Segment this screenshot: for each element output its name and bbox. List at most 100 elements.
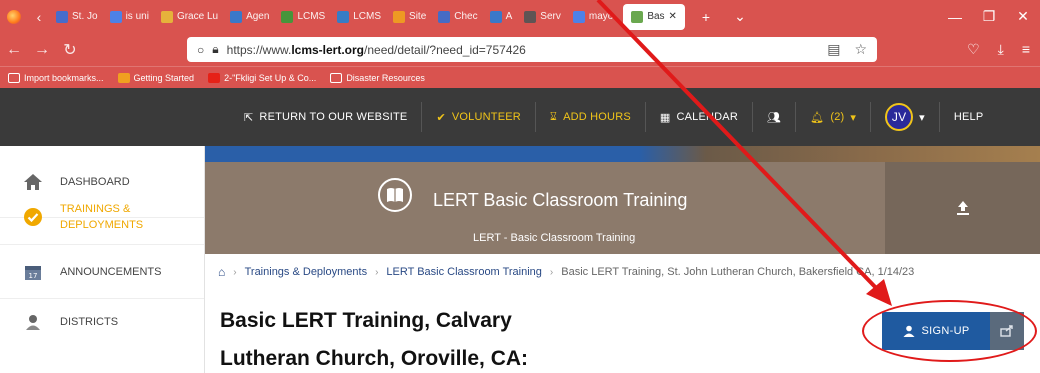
alerts-count: (2) — [830, 111, 845, 123]
browser-tab[interactable]: St. Jo — [50, 0, 104, 33]
banner-subtitle: LERT - Basic Classroom Training — [473, 232, 636, 244]
active-tab-favicon-icon — [631, 10, 644, 23]
bookmark-item[interactable]: Getting Started — [117, 72, 194, 83]
calendar-link[interactable]: ▦ CALENDAR — [646, 111, 752, 124]
screenshot-root: ‹ St. Jo is uni Grace Lu Agen LCMS LCMS Site Ch… — [0, 0, 1040, 373]
sidebar: DASHBOARD TRAININGS & DEPLOYMENTS 17 ANNO… — [0, 146, 205, 373]
check-circle-icon — [22, 206, 44, 228]
browser-tab[interactable]: Serv — [518, 0, 567, 33]
chevron-right-icon: › — [549, 266, 554, 278]
calendar-icon: ▦ — [659, 111, 671, 124]
browser-tab[interactable]: Chec — [432, 0, 483, 33]
alerts-dropdown[interactable]: 🔔︎ (2) ▾ — [796, 111, 870, 124]
bookmark-item[interactable]: 2-"Fkligi Set Up & Co... — [208, 72, 316, 83]
reader-view-icon[interactable]: ▤ — [827, 41, 840, 58]
tab-favicon-icon — [160, 10, 173, 23]
tab-favicon-icon — [572, 10, 585, 23]
tab-favicon-icon — [393, 10, 406, 23]
home-icon — [22, 171, 44, 193]
tab-label: Agen — [246, 11, 270, 22]
reload-icon[interactable]: ↻ — [56, 40, 84, 60]
sidebar-item-districts[interactable]: DISTRICTS — [0, 299, 204, 345]
breadcrumb: ⌂ › Trainings & Deployments › LERT Basic… — [218, 262, 1040, 282]
bookmarks-toolbar: Import bookmarks... Getting Started 2-"Fkl… — [0, 66, 1040, 88]
downloads-icon[interactable]: ⤓ — [998, 41, 1004, 58]
tab-label: mayo — [588, 11, 614, 22]
return-to-website-link[interactable]: ⇱ RETURN TO OUR WEBSITE — [230, 111, 421, 124]
restore-icon[interactable]: ❐ — [972, 8, 1006, 25]
breadcrumb-current: Basic LERT Training, St. John Lutheran C… — [561, 266, 915, 278]
groups-link[interactable]: 👥︎ — [753, 111, 795, 124]
page-title-line-1: Basic LERT Training, Calvary — [220, 309, 512, 332]
breadcrumb-link[interactable]: Trainings & Deployments — [245, 266, 367, 278]
url-bar[interactable]: ○ 🔒︎ https://www.lcms-lert.org/need/deta… — [187, 37, 877, 62]
active-tab-label: Bas — [647, 11, 665, 22]
banner-title: LERT Basic Classroom Training — [433, 190, 688, 210]
bookmark-star-icon[interactable]: ☆ — [854, 41, 867, 58]
tab-favicon-icon — [438, 10, 451, 23]
lock-icon[interactable]: 🔒︎ — [212, 42, 218, 57]
bookmark-item[interactable]: Disaster Resources — [330, 72, 425, 83]
browser-tab[interactable]: LCMS — [331, 0, 387, 33]
hourglass-icon: ⌛︎ — [549, 110, 558, 123]
tab-label: LCMS — [297, 11, 326, 22]
tab-favicon-icon — [489, 10, 502, 23]
tab-list-chevron-icon[interactable]: ⌄ — [723, 8, 757, 25]
bookmark-icon — [208, 72, 221, 83]
tab-label: Chec — [454, 11, 478, 22]
tab-favicon-icon — [281, 10, 294, 23]
new-tab-button[interactable]: + — [689, 9, 723, 25]
chevron-right-icon: › — [233, 266, 237, 278]
caret-down-icon: ▾ — [850, 111, 857, 124]
firefox-logo-icon[interactable] — [0, 0, 28, 33]
tab-favicon-icon — [524, 10, 537, 23]
check-circle-icon: ✔ — [436, 111, 446, 124]
add-hours-link[interactable]: ⌛︎ ADD HOURS — [536, 111, 645, 124]
tab-favicon-icon — [230, 10, 243, 23]
users-icon: 👥︎ — [767, 111, 782, 124]
browser-tab[interactable]: mayo — [567, 0, 619, 33]
pocket-icon[interactable]: ♡ — [967, 41, 980, 58]
browser-tab[interactable]: LCMS — [275, 0, 331, 33]
browser-tab[interactable]: Agen — [224, 0, 275, 33]
volunteer-link[interactable]: ✔ VOLUNTEER — [422, 111, 534, 124]
url-text[interactable]: https://www.lcms-lert.org/need/detail/?n… — [227, 43, 526, 57]
breadcrumb-link[interactable]: LERT Basic Classroom Training — [386, 266, 542, 278]
menu-icon[interactable]: ≡ — [1022, 41, 1030, 58]
browser-tab[interactable]: is uni — [104, 0, 155, 33]
minimize-icon[interactable]: — — [938, 9, 972, 25]
close-window-icon[interactable]: ✕ — [1006, 8, 1040, 25]
browser-tab[interactable]: Site — [387, 0, 432, 33]
shield-icon[interactable]: ○ — [197, 43, 204, 57]
training-banner: LERT Basic Classroom Training LERT - Bas… — [205, 162, 885, 254]
sidebar-item-trainings[interactable]: TRAININGS & DEPLOYMENTS — [0, 190, 204, 245]
browser-tab[interactable]: Grace Lu — [155, 0, 224, 33]
browser-tab[interactable]: A — [484, 0, 519, 33]
tab-label: St. Jo — [72, 11, 98, 22]
annotation-ellipse — [862, 300, 1037, 362]
back-icon[interactable]: ← — [0, 41, 28, 59]
chevron-right-icon: › — [375, 266, 379, 278]
bookmark-icon — [117, 72, 130, 83]
tab-scroll-left-icon[interactable]: ‹ — [28, 9, 50, 25]
home-icon[interactable]: ⌂ — [218, 265, 225, 279]
close-tab-icon[interactable]: ✕ — [669, 11, 677, 22]
tab-active[interactable]: Bas ✕ — [623, 3, 685, 30]
bookmark-icon — [330, 72, 343, 83]
tab-label: Grace Lu — [176, 11, 219, 22]
forward-icon[interactable]: → — [28, 41, 56, 59]
page-title: Basic LERT Training, Calvary Lutheran Ch… — [220, 302, 690, 373]
avatar: JV — [885, 103, 914, 131]
bookmark-item[interactable]: Import bookmarks... — [8, 72, 104, 83]
bell-icon: 🔔︎ — [810, 111, 825, 124]
add-hours-label: ADD HOURS — [563, 111, 631, 123]
upload-share-button[interactable] — [885, 162, 1040, 254]
tab-favicon-icon — [109, 10, 122, 23]
external-link-icon: ⇱ — [244, 111, 254, 124]
user-menu[interactable]: JV ▾ — [871, 103, 939, 131]
help-link[interactable]: HELP — [940, 111, 998, 123]
volunteer-label: VOLUNTEER — [451, 111, 521, 123]
tab-favicon-icon — [337, 10, 350, 23]
book-icon — [378, 178, 412, 212]
sidebar-item-announcements[interactable]: 17 ANNOUNCEMENTS — [0, 245, 204, 299]
